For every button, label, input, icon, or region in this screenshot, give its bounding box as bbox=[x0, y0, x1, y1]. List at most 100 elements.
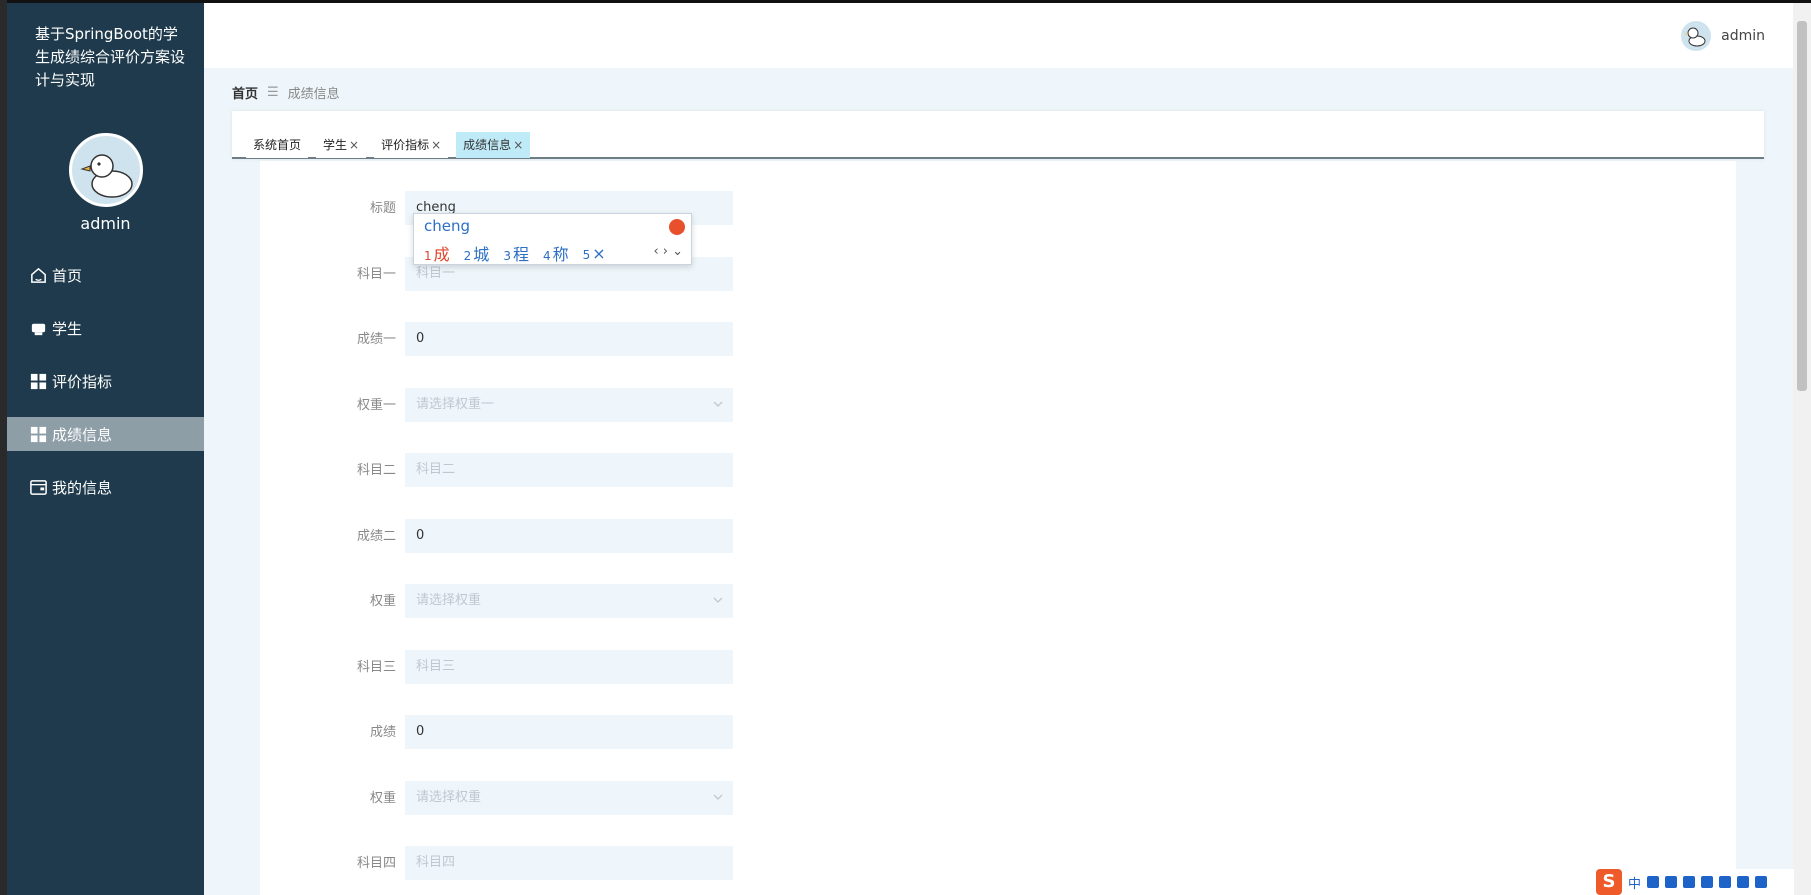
sidebar-item-student[interactable]: 学生 bbox=[7, 311, 204, 345]
sogou-logo-icon[interactable]: S bbox=[1596, 869, 1622, 895]
ime-page-nav[interactable]: ‹ › ⌄ bbox=[653, 244, 683, 259]
tab-label: 系统首页 bbox=[253, 138, 302, 152]
settings-icon[interactable] bbox=[1755, 876, 1768, 888]
candidate-char: 程 bbox=[512, 245, 529, 264]
close-icon[interactable]: × bbox=[513, 138, 523, 152]
score2-input[interactable]: 0 bbox=[405, 519, 733, 553]
tabs-bar: 系统首页 学生 × 评价指标 × 成绩信息 × bbox=[232, 111, 1764, 159]
ime-candidate-popup: cheng 1成 2城 3程 4称 5 × ‹ › ⌄ bbox=[413, 213, 692, 265]
scrollbar-thumb[interactable] bbox=[1797, 21, 1807, 391]
tab-student[interactable]: 学生 × bbox=[316, 132, 367, 158]
sidebar-username: admin bbox=[80, 214, 131, 233]
field-label: 成绩二 bbox=[356, 529, 396, 544]
sidebar-menu: 首页 学生 评价指标 成绩信息 我的信息 bbox=[7, 258, 204, 523]
ime-logo-icon bbox=[669, 219, 685, 235]
sidebar-item-label: 成绩信息 bbox=[52, 425, 113, 444]
weight3-select[interactable]: 请选择权重 bbox=[405, 781, 733, 815]
field-label: 权重一 bbox=[356, 398, 396, 413]
tab-home[interactable]: 系统首页 bbox=[246, 132, 309, 158]
select-placeholder: 请选择权重 bbox=[416, 790, 482, 805]
score3-input[interactable]: 0 bbox=[405, 715, 733, 749]
candidate-number: 2 bbox=[463, 249, 472, 263]
candidate-number: 1 bbox=[424, 249, 432, 263]
form-content: 标题 cheng 科目一 科目一 成绩一 0 权重一 请选择权重一 科目二 科目… bbox=[260, 161, 1736, 895]
tab-label: 评价指标 bbox=[381, 138, 430, 152]
candidate-char: 城 bbox=[473, 245, 490, 264]
subject3-input[interactable]: 科目三 bbox=[405, 650, 733, 684]
page-scrollbar[interactable] bbox=[1793, 3, 1811, 895]
sidebar-item-evaluation[interactable]: 评价指标 bbox=[7, 364, 204, 398]
chevron-down-icon bbox=[713, 597, 723, 603]
form-row-weight2: 权重 请选择权重 bbox=[260, 584, 1060, 620]
home-icon bbox=[31, 267, 46, 283]
field-label: 科目二 bbox=[356, 463, 396, 478]
form-row-subject4: 科目四 科目四 bbox=[260, 846, 1060, 882]
main-area: admin 首页 ☰ 成绩信息 系统首页 学生 × 评价指标 × 成绩信息 × 标题 … bbox=[204, 3, 1793, 895]
candidate-number: 5 bbox=[582, 247, 591, 262]
grid-icon bbox=[30, 426, 47, 442]
ime-candidate[interactable]: 5 × bbox=[583, 244, 606, 263]
select-placeholder: 请选择权重一 bbox=[416, 397, 495, 412]
field-label: 标题 bbox=[369, 201, 396, 216]
ime-candidates: 1成 2城 3程 4称 5 × bbox=[424, 241, 620, 265]
microphone-icon[interactable] bbox=[1665, 876, 1678, 888]
ime-candidate[interactable]: 1成 bbox=[424, 241, 450, 265]
sidebar-item-label: 学生 bbox=[52, 319, 83, 338]
header-user[interactable]: admin bbox=[1681, 21, 1765, 51]
breadcrumb: 首页 ☰ 成绩信息 bbox=[232, 83, 340, 102]
subject2-input[interactable]: 科目二 bbox=[405, 453, 733, 487]
field-label: 科目一 bbox=[356, 267, 396, 282]
punctuation-icon[interactable] bbox=[1647, 876, 1660, 888]
field-label: 权重 bbox=[369, 594, 396, 609]
close-icon[interactable]: × bbox=[349, 138, 359, 152]
form-row-weight1: 权重一 请选择权重一 bbox=[260, 388, 1060, 424]
sidebar-item-profile[interactable]: 我的信息 bbox=[7, 470, 204, 504]
field-label: 权重 bbox=[369, 791, 396, 806]
chevron-down-icon bbox=[713, 794, 723, 800]
tab-grades[interactable]: 成绩信息 × bbox=[456, 132, 531, 158]
ime-candidate[interactable]: 4称 bbox=[543, 241, 569, 265]
wallet-icon bbox=[30, 479, 47, 495]
ime-candidate[interactable]: 3程 bbox=[503, 241, 529, 265]
student-icon bbox=[31, 323, 46, 335]
tab-evaluation[interactable]: 评价指标 × bbox=[374, 132, 449, 158]
breadcrumb-home[interactable]: 首页 bbox=[232, 83, 258, 102]
candidate-char: 称 bbox=[552, 245, 569, 264]
tab-label: 学生 bbox=[323, 138, 348, 152]
sidebar-item-label: 我的信息 bbox=[52, 478, 113, 497]
breadcrumb-separator: ☰ bbox=[267, 85, 279, 100]
ime-lang-toggle[interactable]: 中 bbox=[1628, 873, 1641, 892]
weight1-select[interactable]: 请选择权重一 bbox=[405, 388, 733, 422]
top-bar: admin bbox=[204, 3, 1793, 68]
duck-icon bbox=[1685, 27, 1706, 47]
form-row-weight3: 权重 请选择权重 bbox=[260, 781, 1060, 817]
header-avatar bbox=[1681, 21, 1712, 51]
field-label: 成绩一 bbox=[356, 332, 396, 347]
sidebar: 基于SpringBoot的学生成绩综合评价方案设计与实现 admin 首页 学生… bbox=[7, 3, 204, 895]
header-username: admin bbox=[1721, 28, 1765, 44]
system-title: 基于SpringBoot的学生成绩综合评价方案设计与实现 bbox=[35, 25, 186, 89]
skin-icon[interactable] bbox=[1701, 876, 1714, 888]
candidate-number: 3 bbox=[503, 249, 511, 263]
close-icon[interactable]: × bbox=[431, 138, 441, 152]
chevron-down-icon bbox=[713, 401, 723, 407]
field-label: 成绩 bbox=[369, 725, 396, 740]
ime-candidate[interactable]: 2城 bbox=[464, 241, 490, 265]
duck-icon bbox=[80, 154, 133, 198]
score1-input[interactable]: 0 bbox=[405, 322, 733, 356]
sidebar-item-grades[interactable]: 成绩信息 bbox=[7, 417, 204, 451]
avatar bbox=[69, 133, 143, 207]
toolbox-icon[interactable] bbox=[1737, 876, 1750, 888]
grid-icon bbox=[30, 373, 47, 389]
sidebar-item-home[interactable]: 首页 bbox=[7, 258, 204, 292]
desktop-edge bbox=[0, 0, 7, 895]
select-placeholder: 请选择权重 bbox=[416, 593, 482, 608]
tab-label: 成绩信息 bbox=[463, 138, 512, 152]
weight2-select[interactable]: 请选择权重 bbox=[405, 584, 733, 618]
ime-composition: cheng bbox=[424, 217, 471, 235]
subject4-input[interactable]: 科目四 bbox=[405, 846, 733, 880]
assistant-icon[interactable] bbox=[1719, 876, 1732, 888]
keyboard-icon[interactable] bbox=[1683, 876, 1696, 888]
form-row-score3: 成绩 0 bbox=[260, 715, 1060, 751]
field-label: 科目三 bbox=[356, 660, 396, 675]
